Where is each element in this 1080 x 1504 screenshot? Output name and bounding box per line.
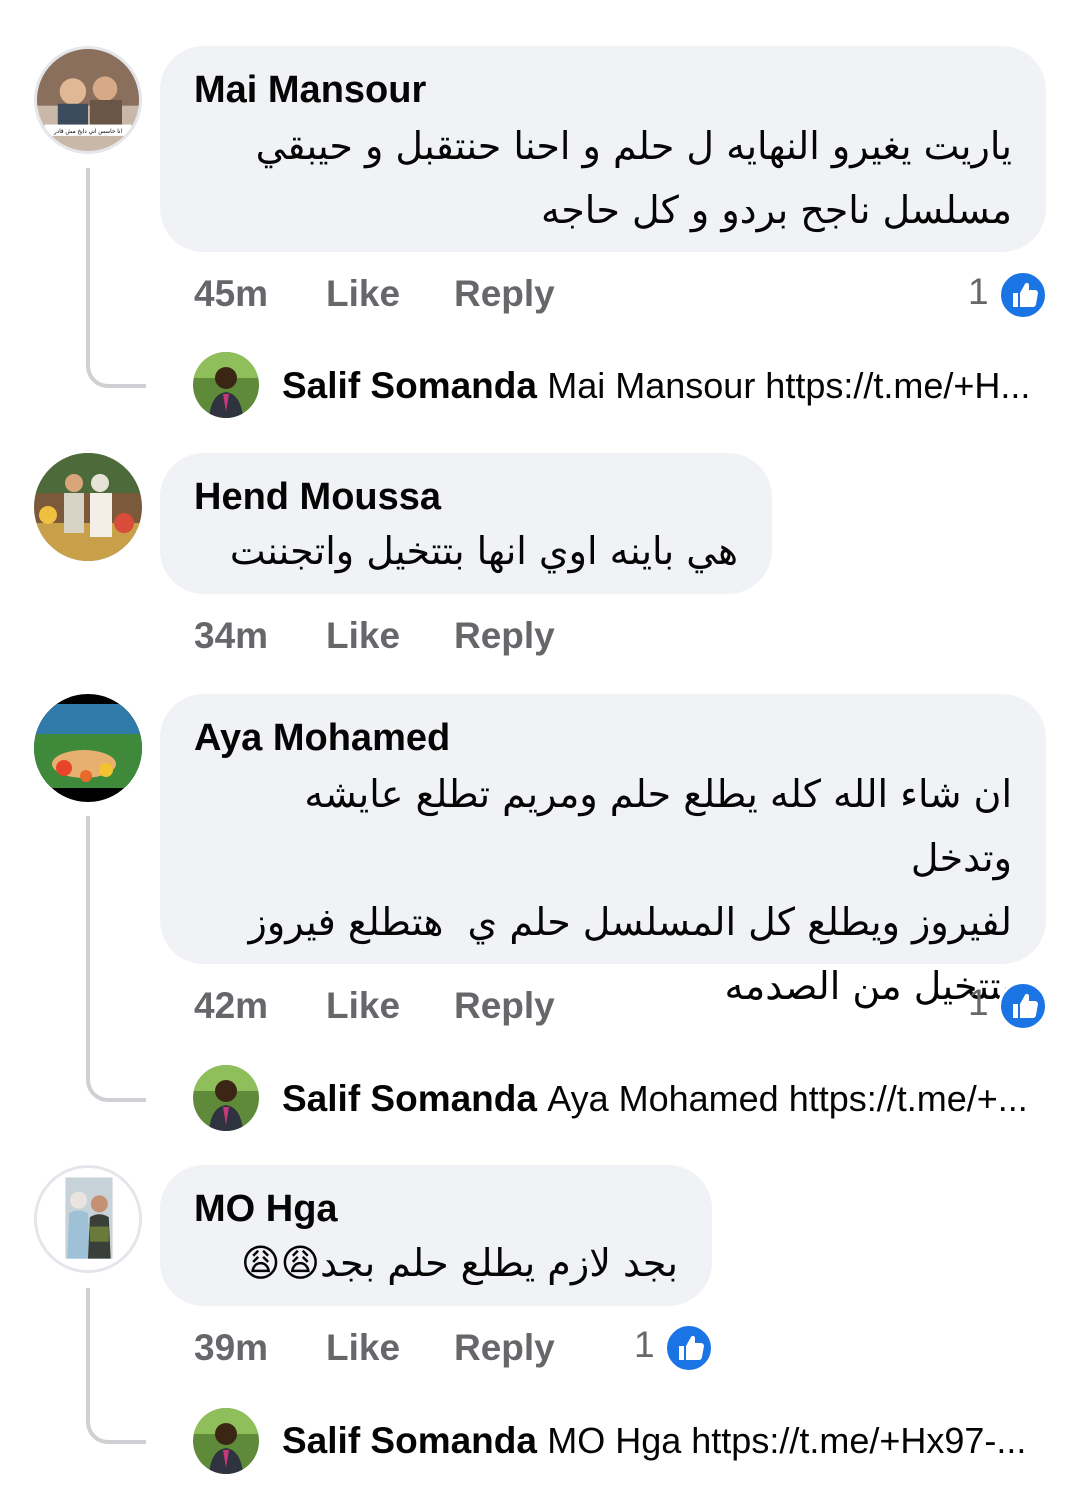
like-button[interactable]: Like [326,270,400,318]
avatar-image [193,352,259,418]
comment-author[interactable]: Hend Moussa [194,475,738,519]
avatar-salif-somanda[interactable] [193,352,259,418]
like-button[interactable]: Like [326,612,400,660]
reaction-count: 1 [968,271,989,312]
like-icon [998,981,1048,1031]
like-button[interactable]: Like [326,1324,400,1372]
comment-text: ان شاء الله كله يطلع حلم ومريم تطلع عايش… [194,762,1013,1018]
reaction-summary[interactable]: 1 [968,268,1048,320]
avatar-hend-moussa[interactable] [34,453,142,561]
emoji-weary: 😩😩 [240,1241,321,1285]
avatar-image [34,694,142,802]
comment-author[interactable]: Aya Mohamed [194,716,1012,760]
reply-preview[interactable]: Salif Somanda Aya Mohamed https://t.me/+… [282,1077,1052,1121]
reply-text: Mai Mansour https://t.me/+H... [547,365,1031,406]
reaction-count: 1 [968,982,989,1023]
comment-time[interactable]: 42m [194,982,268,1030]
comment-text-line: ياريت يغيرو النهايه ل حلم و احنا حنتقبل … [255,124,1012,168]
reply-author[interactable]: Salif Somanda [282,1078,547,1119]
reply-author[interactable]: Salif Somanda [282,1420,547,1461]
reply-button[interactable]: Reply [454,982,555,1030]
comment-author[interactable]: Mai Mansour [194,68,1012,112]
comment-text-line: هي باينه اوي انها بتتخيل واتجننت [229,529,738,573]
avatar-image [37,1168,139,1270]
avatar-image: انا حاسس اني دايخ مش قادر [37,49,139,151]
reply-text: MO Hga https://t.me/+Hx97-... [547,1420,1027,1461]
comment-text: بجد لازم يطلع حلم بجد😩😩 [194,1231,678,1295]
thread-connector [86,168,146,388]
comment-text: ياريت يغيرو النهايه ل حلم و احنا حنتقبل … [194,114,1012,242]
comment-text-line: مسلسل ناجح بردو و كل حاجه [540,188,1012,232]
avatar-caption: انا حاسس اني دايخ مش قادر [53,129,123,135]
reply-button[interactable]: Reply [454,270,555,318]
thread-connector [86,1288,146,1444]
comment-text-line: بجد لازم يطلع حلم بجد [320,1241,678,1285]
comment-bubble: Aya Mohamed ان شاء الله كله يطلع حلم ومر… [160,694,1046,1008]
comment-text-line: لفيروز ويطلع كل المسلسل حلم ي هتطلع فيرو… [248,900,1013,944]
reply-button[interactable]: Reply [454,1324,555,1372]
reaction-summary[interactable]: 1 [968,979,1048,1031]
reply-preview[interactable]: Salif Somanda Mai Mansour https://t.me/+… [282,364,1052,408]
avatar-salif-somanda[interactable] [193,1408,259,1474]
comment-bubble: Mai Mansour ياريت يغيرو النهايه ل حلم و … [160,46,1046,252]
comment-text: هي باينه اوي انها بتتخيل واتجننت [194,519,738,583]
reply-preview[interactable]: Salif Somanda MO Hga https://t.me/+Hx97-… [282,1419,1052,1463]
like-button[interactable]: Like [326,982,400,1030]
avatar-image [193,1408,259,1474]
reaction-summary[interactable]: 1 [634,1321,714,1373]
avatar-mo-hga[interactable] [34,1165,142,1273]
thread-connector [86,816,146,1102]
comment-time[interactable]: 39m [194,1324,268,1372]
comment-actions: 42m Like Reply [194,982,574,1030]
like-icon [998,270,1048,320]
comment-actions: 39m Like Reply [194,1324,574,1372]
reply-author[interactable]: Salif Somanda [282,365,547,406]
comment-bubble: MO Hga بجد لازم يطلع حلم بجد😩😩 [160,1165,712,1306]
avatar-mai-mansour[interactable]: انا حاسس اني دايخ مش قادر [34,46,142,154]
comment-actions: 45m Like Reply [194,270,574,318]
avatar-salif-somanda[interactable] [193,1065,259,1131]
avatar-image [34,453,142,561]
reply-text: Aya Mohamed https://t.me/+... [547,1078,1028,1119]
avatar-aya-mohamed[interactable] [34,694,142,802]
reply-button[interactable]: Reply [454,612,555,660]
avatar-image [193,1065,259,1131]
comment-actions: 34m Like Reply [194,612,574,660]
comment-author[interactable]: MO Hga [194,1187,678,1231]
comment-bubble: Hend Moussa هي باينه اوي انها بتتخيل وات… [160,453,772,594]
comment-time[interactable]: 34m [194,612,268,660]
reaction-count: 1 [634,1324,655,1365]
comment-time[interactable]: 45m [194,270,268,318]
like-icon [664,1323,714,1373]
comments-section: انا حاسس اني دايخ مش قادر Mai Mansour يا… [0,0,1080,1504]
comment-text-line: ان شاء الله كله يطلع حلم ومريم تطلع عايش… [304,772,1012,880]
